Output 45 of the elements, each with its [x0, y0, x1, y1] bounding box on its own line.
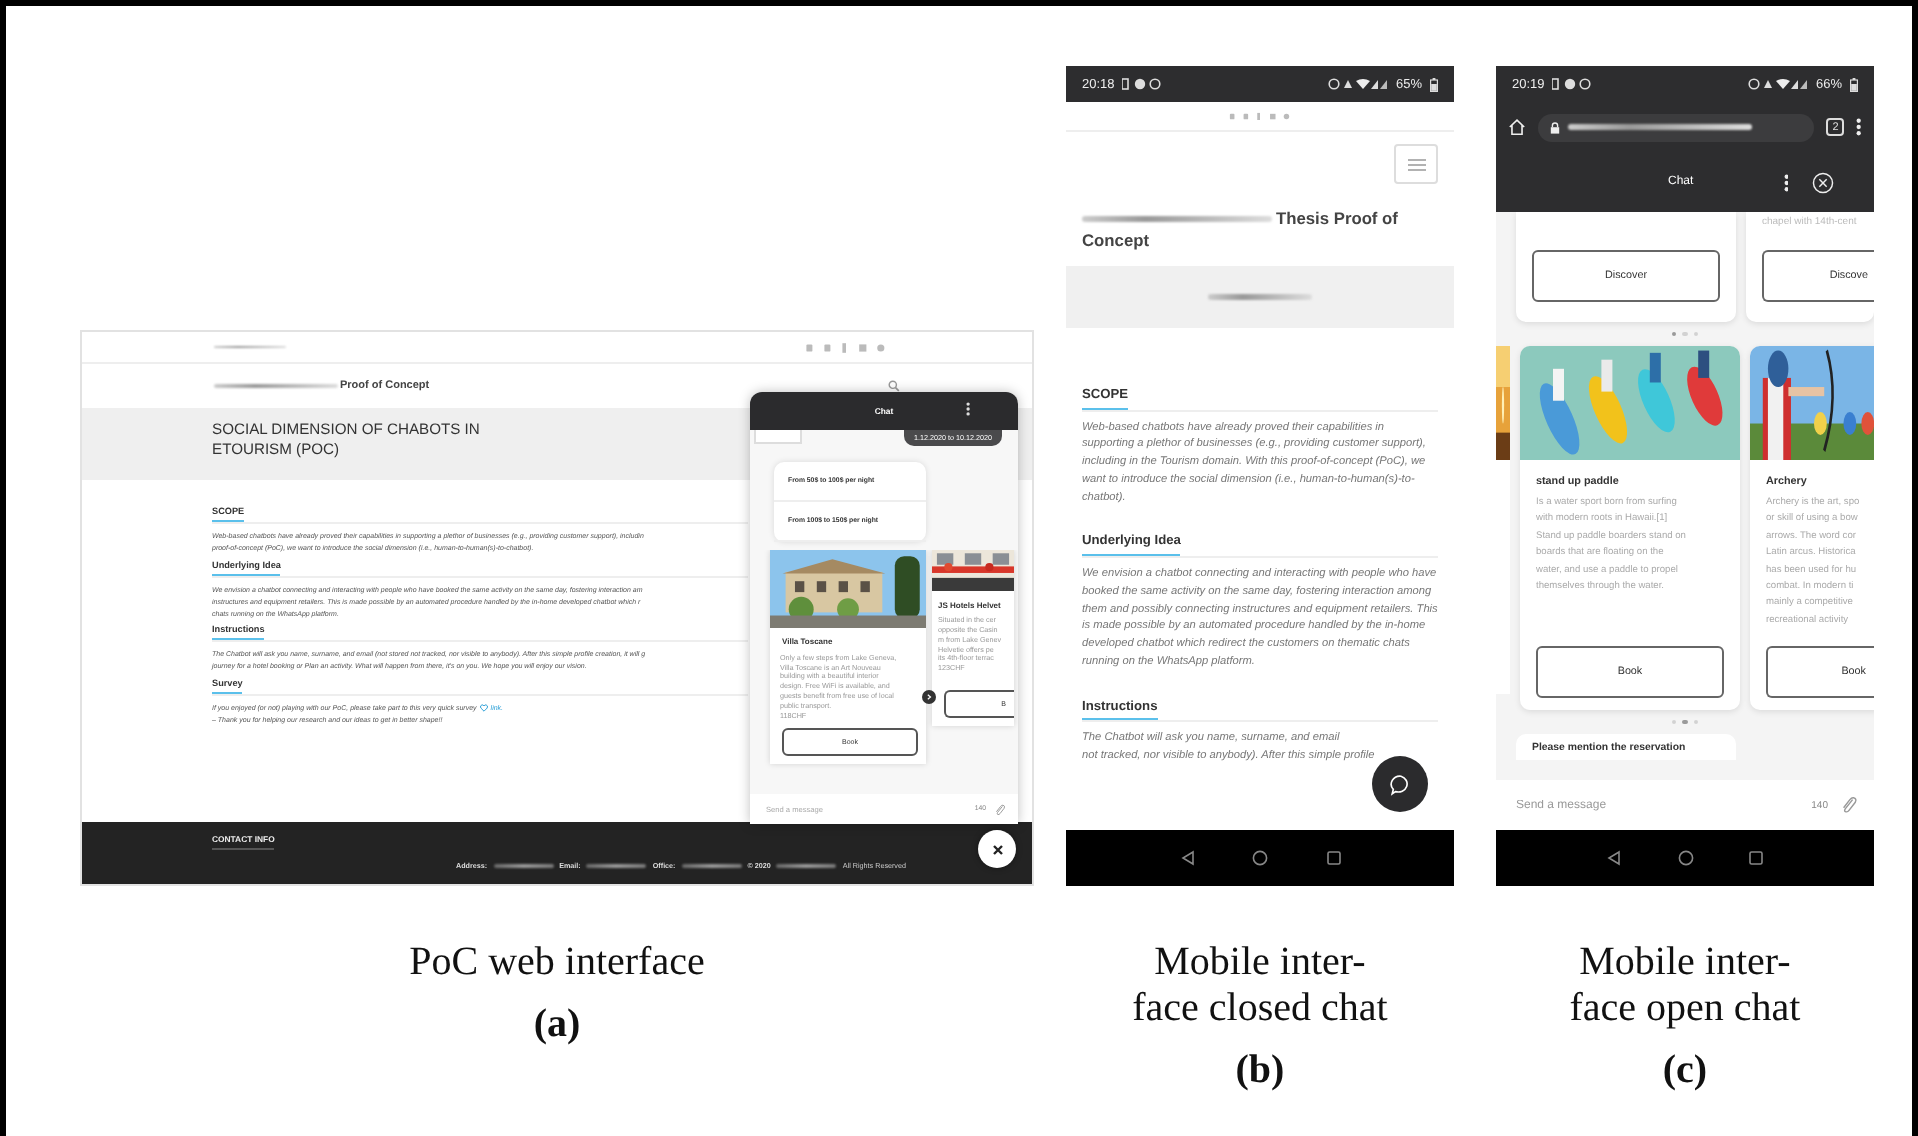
- redaction-bar: [586, 864, 647, 869]
- home-icon[interactable]: [1677, 850, 1693, 866]
- home-icon[interactable]: [1252, 850, 1268, 866]
- chevron-icon: [926, 694, 932, 700]
- lock-icon: [1550, 121, 1560, 133]
- back-icon[interactable]: [1179, 850, 1195, 866]
- status-icons-drawing: [1327, 78, 1388, 90]
- redaction-bar: [1208, 294, 1312, 300]
- redaction-bar: [214, 383, 338, 389]
- chat-button[interactable]: [1372, 756, 1428, 812]
- page-dot[interactable]: [1682, 719, 1688, 725]
- page-dot[interactable]: [1671, 331, 1677, 337]
- recent-apps-icon[interactable]: [1325, 850, 1341, 866]
- status-icons-drawing: [1552, 78, 1593, 90]
- redaction-bar: [493, 864, 554, 869]
- panel-label: (b): [1235, 1048, 1285, 1092]
- paperclip-icon[interactable]: [994, 803, 1006, 815]
- more-options-icon[interactable]: [1783, 173, 1789, 191]
- status-icons-drawing: [1122, 78, 1163, 90]
- heart-icon: [479, 703, 488, 712]
- caption-text: Mobile inter- face open chat: [1569, 940, 1801, 1032]
- status-icons-drawing: [1747, 78, 1808, 90]
- redaction-bar: [776, 864, 837, 869]
- menu-icon: [1407, 157, 1425, 171]
- site-title: Concept: [1082, 229, 1149, 250]
- more-options-icon[interactable]: [965, 402, 970, 416]
- panel-label: (a): [533, 1002, 581, 1046]
- back-icon[interactable]: [1606, 850, 1623, 866]
- address-bar[interactable]: [1538, 113, 1815, 141]
- social-icons-drawing: [804, 341, 888, 353]
- site-title: Thesis Proof of: [1276, 208, 1398, 229]
- more-options-icon[interactable]: [1856, 118, 1862, 136]
- battery-icon: [1430, 77, 1438, 91]
- paperclip-icon[interactable]: [1840, 796, 1858, 814]
- caption-text: Mobile inter- face closed chat: [1132, 940, 1388, 1032]
- close-icon: [991, 843, 1003, 855]
- redaction-bar: [681, 864, 742, 869]
- close-icon[interactable]: [1812, 171, 1835, 193]
- social-icons-drawing: [1228, 111, 1292, 121]
- caption-text: PoC web interface: [409, 940, 705, 986]
- panel-label: (c): [1662, 1048, 1708, 1092]
- recent-apps-icon[interactable]: [1747, 850, 1764, 866]
- battery-icon: [1850, 77, 1858, 91]
- speech-bubble-icon: [1389, 773, 1411, 795]
- search-icon[interactable]: [888, 380, 900, 392]
